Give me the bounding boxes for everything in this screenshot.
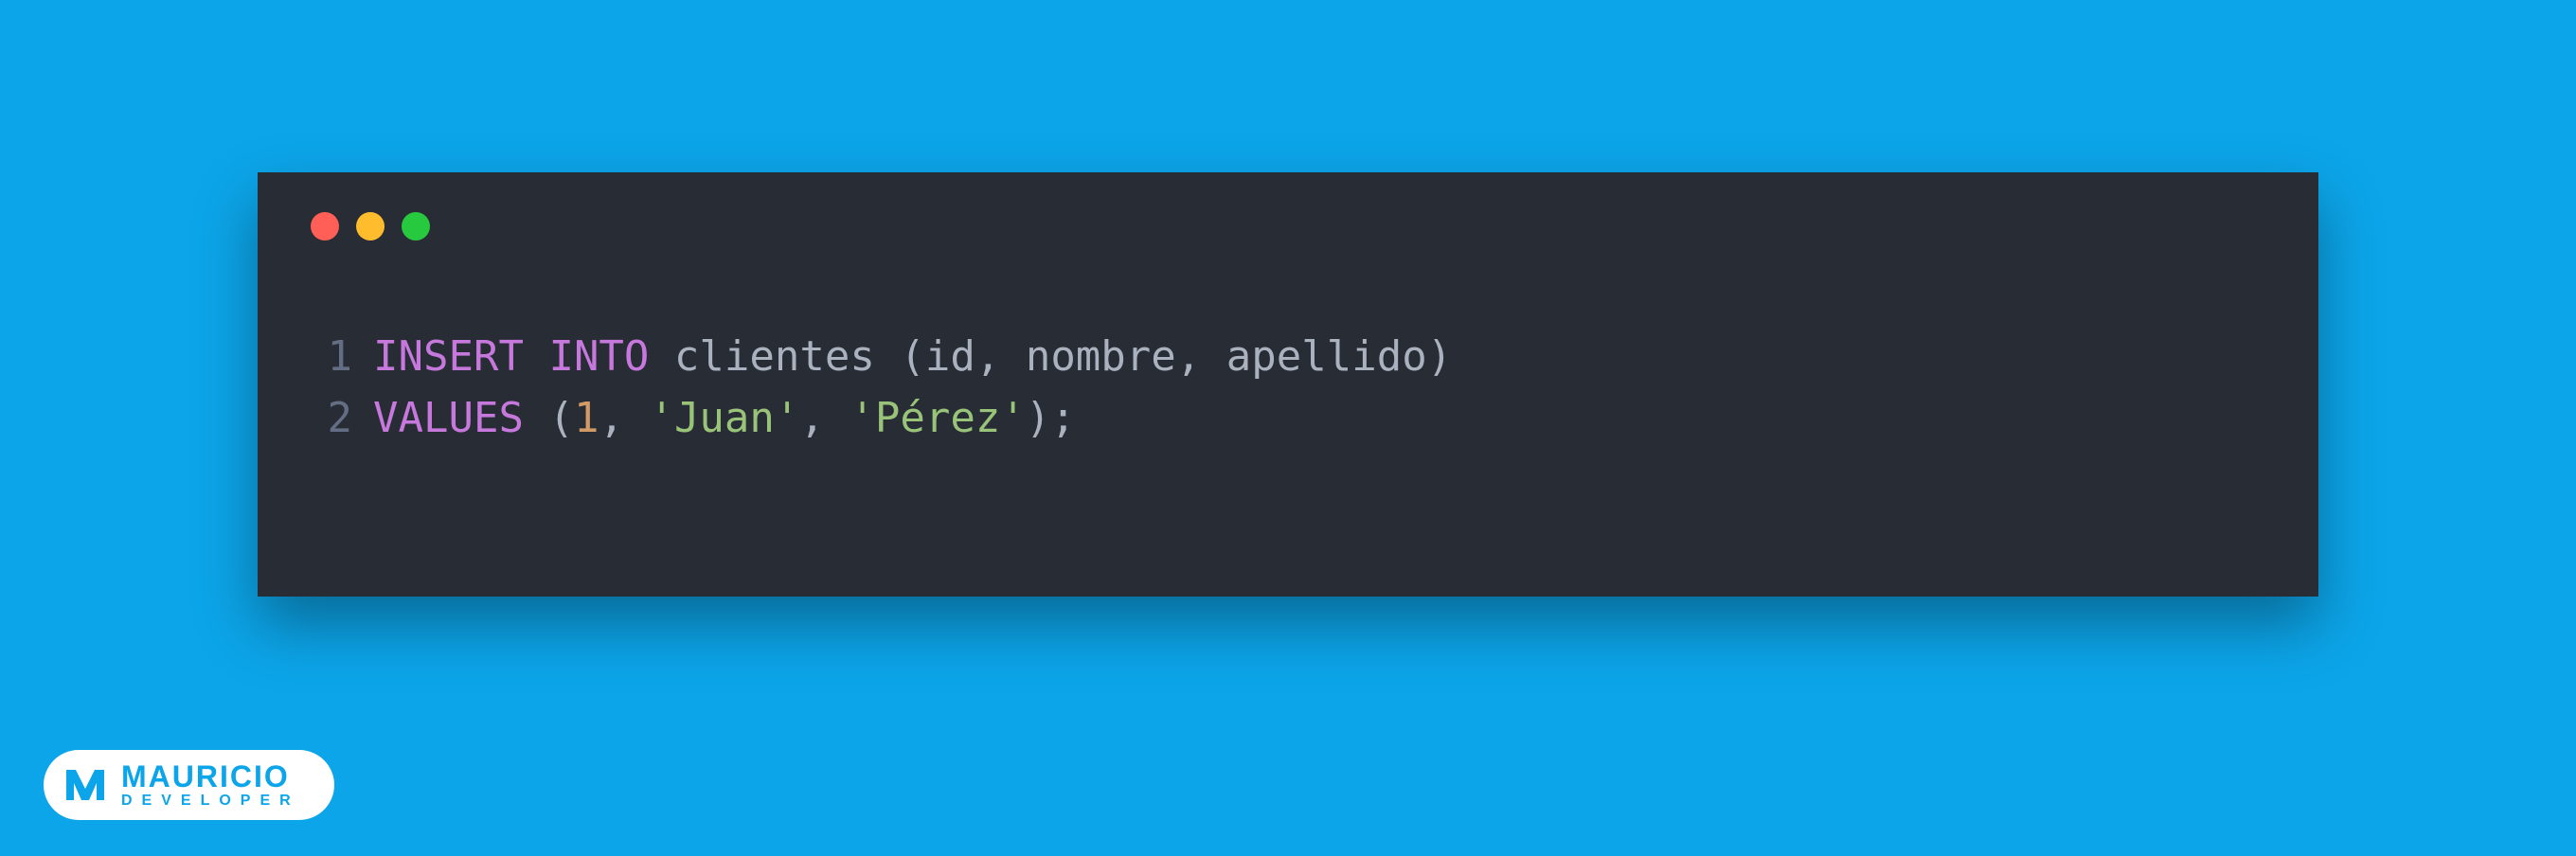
column-id: id (925, 332, 975, 381)
code-line-1: 1 INSERT INTO clientes (id, nombre, apell… (311, 326, 2318, 387)
value-string: 'Pérez' (850, 394, 1025, 442)
code-window: 1INSERT INTO clientes (id, nombre, apell… (258, 172, 2318, 597)
traffic-lights (258, 172, 2318, 241)
column-apellido: apellido (1226, 332, 1427, 381)
keyword-insert: INSERT (373, 332, 524, 381)
open-paren: ( (900, 332, 925, 381)
value-string: 'Juan' (649, 394, 799, 442)
comma: , (1176, 332, 1202, 381)
code-line-2: 2 VALUES (1, 'Juan', 'Pérez'); (311, 387, 2318, 449)
comma: , (975, 332, 1001, 381)
logo-icon (63, 762, 108, 808)
close-paren: ) (1427, 332, 1453, 381)
line-number: 2 (311, 387, 352, 449)
code-block: 1INSERT INTO clientes (id, nombre, apell… (258, 241, 2318, 449)
line-number: 1 (311, 326, 352, 387)
table-name: clientes (674, 332, 875, 381)
author-badge: MAURICIO DEVELOPER (44, 750, 334, 820)
keyword-values: VALUES (373, 394, 524, 442)
badge-title: MAURICIO (121, 761, 300, 792)
keyword-into: INTO (548, 332, 649, 381)
open-paren: ( (548, 394, 574, 442)
value-number: 1 (574, 394, 599, 442)
column-nombre: nombre (1026, 332, 1176, 381)
minimize-icon (356, 212, 385, 241)
semicolon: ; (1050, 394, 1076, 442)
maximize-icon (402, 212, 430, 241)
comma: , (799, 394, 825, 442)
close-paren: ) (1026, 394, 1051, 442)
close-icon (311, 212, 339, 241)
badge-subtitle: DEVELOPER (121, 794, 300, 809)
badge-text: MAURICIO DEVELOPER (121, 761, 300, 809)
comma: , (599, 394, 624, 442)
